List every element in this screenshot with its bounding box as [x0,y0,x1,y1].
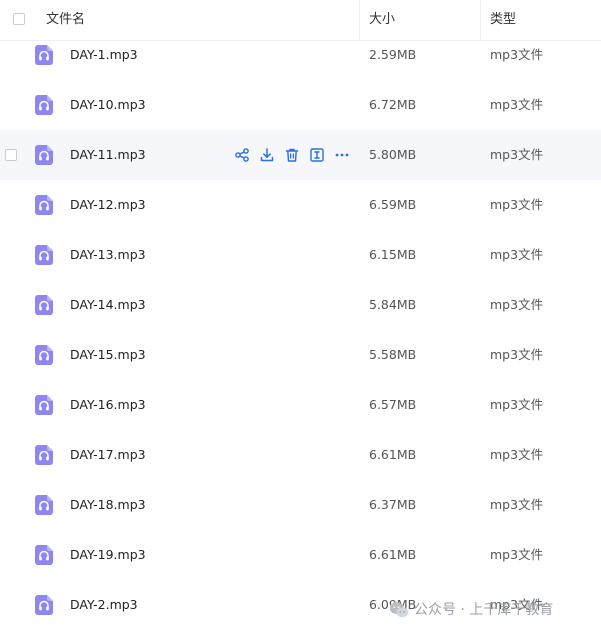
file-size: 6.37MB [369,497,417,512]
audio-file-icon [35,45,53,65]
column-divider[interactable] [480,0,481,40]
audio-file-icon [35,345,53,365]
column-header-size[interactable]: 大小 [369,0,395,40]
file-size: 6.61MB [369,547,417,562]
table-row[interactable]: DAY-11.mp3 5.80MB mp3文件 [0,130,601,180]
audio-file-icon [35,395,53,415]
file-type: mp3文件 [490,247,544,262]
file-size: 5.58MB [369,347,417,362]
file-name[interactable]: DAY-10.mp3 [70,80,146,130]
file-type: mp3文件 [490,497,544,512]
table-header: 文件名 大小 类型 [0,0,601,41]
share-button[interactable] [234,147,250,163]
file-size: 6.59MB [369,197,417,212]
file-size: 6.61MB [369,447,417,462]
rename-button[interactable] [309,147,325,163]
audio-file-icon [35,495,53,515]
table-row[interactable]: DAY-12.mp3 6.59MB mp3文件 [0,180,601,230]
select-all-checkbox[interactable] [13,13,25,25]
file-size: 5.80MB [369,147,417,162]
file-type: mp3文件 [490,397,544,412]
delete-icon [284,148,300,167]
table-row[interactable]: DAY-16.mp3 6.57MB mp3文件 [0,380,601,430]
file-size: 6.57MB [369,397,417,412]
watermark: 公众号 · 上千库千教育 [388,596,553,624]
more-button[interactable] [334,147,350,163]
file-table: 文件名 大小 类型 DAY-1.mp3 2.59MB mp3文件 DAY-10.mp3… [0,0,601,636]
column-divider[interactable] [359,0,360,40]
audio-file-icon [35,595,53,615]
audio-file-icon [35,445,53,465]
file-name[interactable]: DAY-17.mp3 [70,430,146,480]
download-icon [259,148,275,167]
table-row[interactable]: DAY-13.mp3 6.15MB mp3文件 [0,230,601,280]
audio-file-icon [35,145,53,165]
wechat-icon [389,602,409,618]
file-type: mp3文件 [490,147,544,162]
file-type: mp3文件 [490,347,544,362]
table-row[interactable]: DAY-15.mp3 5.58MB mp3文件 [0,330,601,380]
watermark-text: 公众号 · 上千库千教育 [414,602,554,618]
file-size: 6.15MB [369,247,417,262]
file-name[interactable]: DAY-15.mp3 [70,330,146,380]
table-row[interactable]: DAY-18.mp3 6.37MB mp3文件 [0,480,601,530]
column-header-name[interactable]: 文件名 [46,0,85,40]
audio-file-icon [35,245,53,265]
file-type: mp3文件 [490,97,544,112]
more-icon [334,148,350,167]
row-checkbox[interactable] [5,149,17,161]
audio-file-icon [35,545,53,565]
file-size: 5.84MB [369,297,417,312]
file-name[interactable]: DAY-14.mp3 [70,280,146,330]
table-row[interactable]: DAY-14.mp3 5.84MB mp3文件 [0,280,601,330]
file-type: mp3文件 [490,447,544,462]
audio-file-icon [35,95,53,115]
file-name[interactable]: DAY-19.mp3 [70,530,146,580]
audio-file-icon [35,295,53,315]
delete-button[interactable] [284,147,300,163]
table-row[interactable]: DAY-17.mp3 6.61MB mp3文件 [0,430,601,480]
file-name[interactable]: DAY-11.mp3 [70,130,146,180]
file-type: mp3文件 [490,197,544,212]
file-name[interactable]: DAY-16.mp3 [70,380,146,430]
file-type: mp3文件 [490,297,544,312]
file-size: 6.72MB [369,97,417,112]
column-header-type[interactable]: 类型 [490,0,516,40]
download-button[interactable] [259,147,275,163]
file-name[interactable]: DAY-2.mp3 [70,580,138,630]
share-icon [234,148,250,167]
table-row[interactable]: DAY-10.mp3 6.72MB mp3文件 [0,80,601,130]
audio-file-icon [35,195,53,215]
file-type: mp3文件 [490,547,544,562]
file-list: DAY-1.mp3 2.59MB mp3文件 DAY-10.mp3 6.72MB mp3文… [0,30,601,630]
file-name[interactable]: DAY-13.mp3 [70,230,146,280]
table-row[interactable]: DAY-19.mp3 6.61MB mp3文件 [0,530,601,580]
file-name[interactable]: DAY-12.mp3 [70,180,146,230]
file-name[interactable]: DAY-18.mp3 [70,480,146,530]
rename-icon [309,148,325,167]
